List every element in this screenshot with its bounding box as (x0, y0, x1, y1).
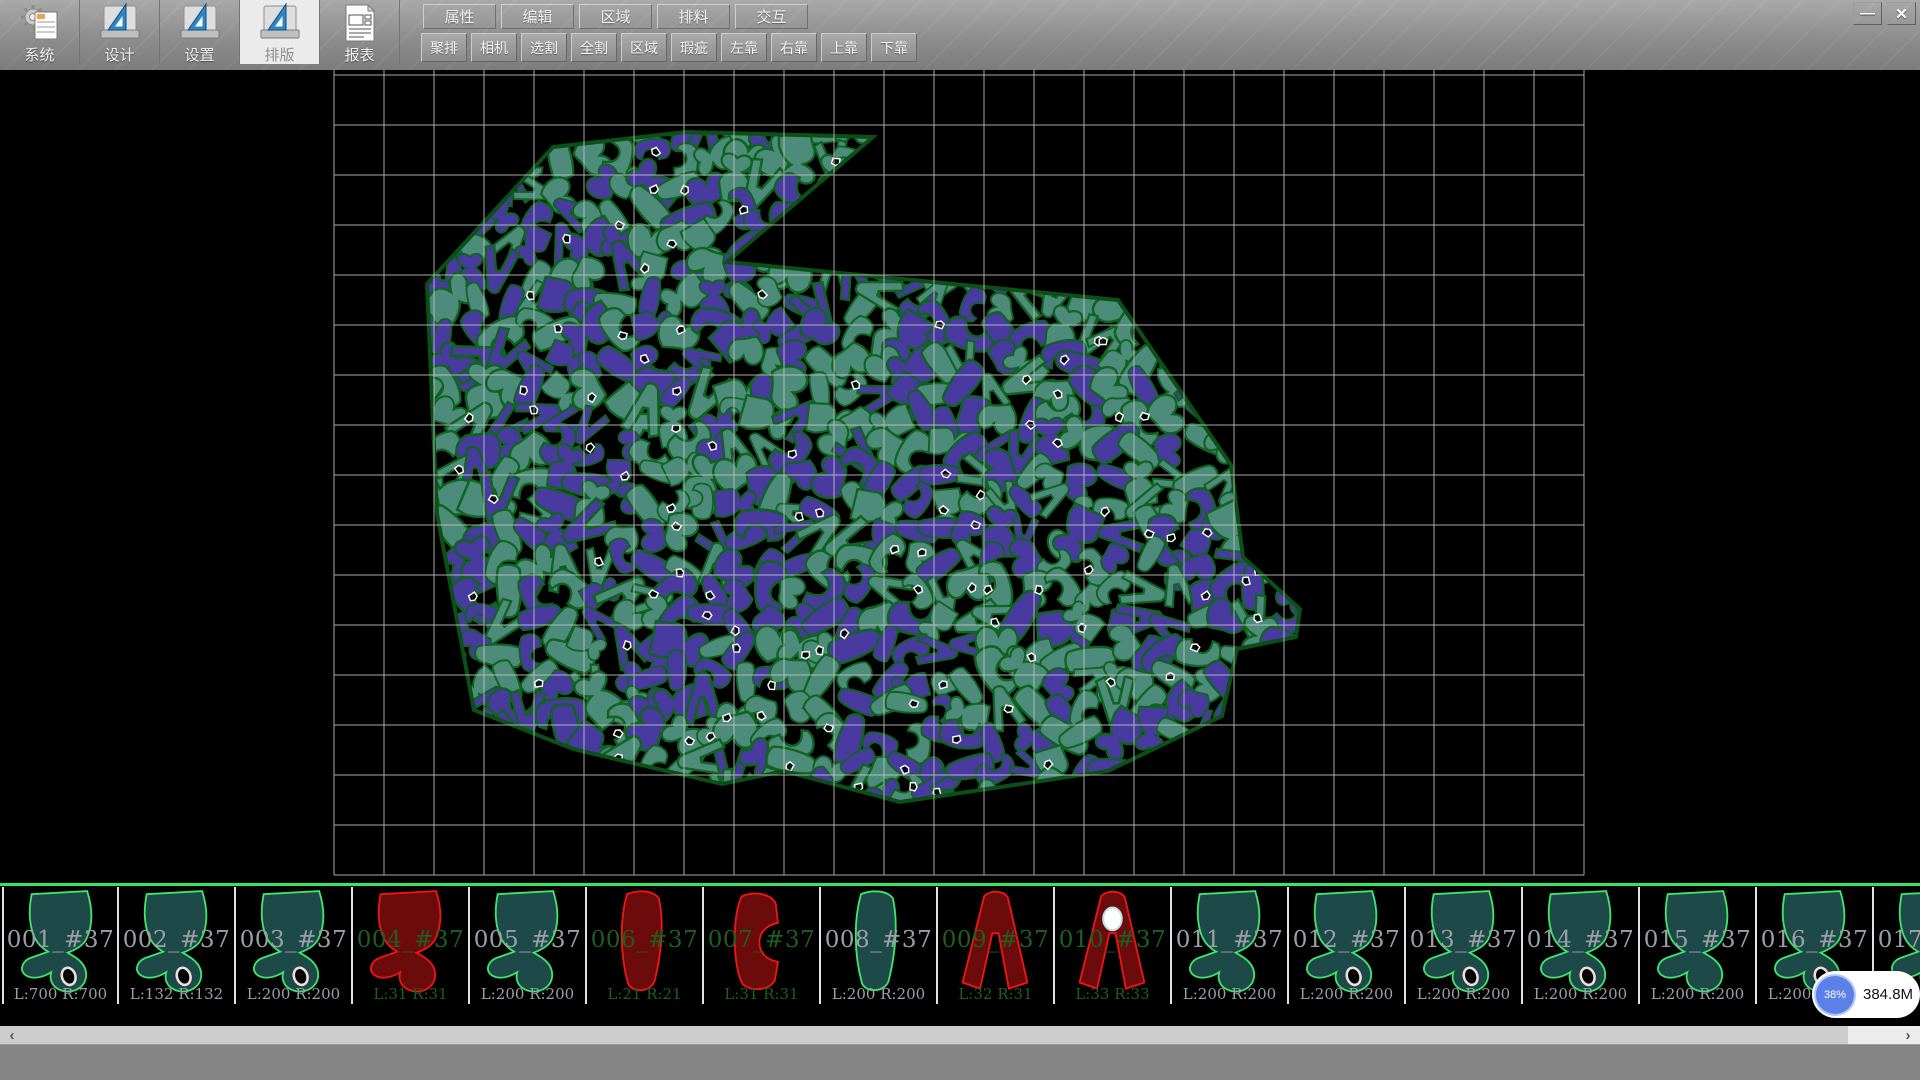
piece-lr-count: L:200 R:200 (1640, 985, 1755, 1003)
piece-id-label: 009_#37 (938, 927, 1053, 953)
piece-id-label: 003_#37 (236, 927, 351, 953)
scroll-right-arrow-icon[interactable]: › (1898, 1026, 1918, 1044)
piece-thumbnail-15[interactable]: 015_#37 L:200 R:200 (1640, 887, 1757, 1004)
hide-nesting-svg (0, 70, 1920, 883)
main-tab-5[interactable]: 报表 (320, 0, 400, 64)
menu-tab-5[interactable]: 交互 (735, 4, 808, 29)
tool-button-1[interactable]: 聚排 (421, 33, 467, 62)
application-window: { "window": { "minimize": "—", "close": … (0, 0, 1920, 1080)
piece-id-label: 017_#37 (1874, 927, 1920, 953)
tool-button-10[interactable]: 下靠 (871, 33, 917, 62)
piece-thumbnail-5[interactable]: 005_#37 L:200 R:200 (470, 887, 587, 1004)
nested-pieces-group (394, 98, 1318, 827)
memory-size-label: 384.8M (1863, 986, 1913, 1003)
menu-tab-1[interactable]: 属性 (423, 4, 496, 29)
report-icon (338, 3, 382, 43)
piece-id-label: 007_#37 (704, 927, 819, 953)
piece-lr-count: L:31 R:31 (353, 985, 468, 1003)
tool-button-7[interactable]: 左靠 (721, 33, 767, 62)
piece-lr-count: L:200 R:200 (1172, 985, 1287, 1003)
piece-thumbnail-7[interactable]: 007_#37 L:31 R:31 (704, 887, 821, 1004)
piece-id-label: 001_#37 (4, 927, 117, 953)
main-tab-label: 排版 (264, 44, 294, 65)
menu-tab-row: 属性编辑区域排料交互 (423, 4, 808, 29)
piece-strip: 001_#37L:700 R:700002_#37L:132 R:132003_… (0, 883, 1920, 1026)
horizontal-scrollbar[interactable]: ‹ › (0, 1026, 1920, 1044)
scroll-left-arrow-icon[interactable]: ‹ (2, 1026, 22, 1044)
piece-lr-count: L:200 R:200 (821, 985, 936, 1003)
piece-id-label: 015_#37 (1640, 927, 1755, 953)
piece-id-label: 002_#37 (119, 927, 234, 953)
piece-thumbnail-3[interactable]: 003_#37 L:200 R:200 (236, 887, 353, 1004)
nesting-canvas[interactable] (0, 70, 1920, 883)
piece-id-label: 016_#37 (1757, 927, 1872, 953)
main-mode-tabs: 系统 设计 设置 排版 报表 (0, 0, 400, 64)
piece-thumbnail-8[interactable]: 008_#37 L:200 R:200 (821, 887, 938, 1004)
piece-thumbnail-4[interactable]: 004_#37 L:31 R:31 (353, 887, 470, 1004)
piece-id-label: 010_#37 (1055, 927, 1170, 953)
menu-tab-3[interactable]: 区域 (579, 4, 652, 29)
ruler-icon (258, 3, 302, 43)
tool-button-5[interactable]: 区域 (621, 33, 667, 62)
piece-thumbnail-11[interactable]: 011_#37 L:200 R:200 (1172, 887, 1289, 1004)
piece-thumbnail-9[interactable]: 009_#37 L:32 R:31 (938, 887, 1055, 1004)
status-bar (0, 1044, 1920, 1080)
main-tab-2[interactable]: 设计 (80, 0, 160, 64)
ruler-icon (178, 3, 222, 43)
piece-thumbnail-10[interactable]: 010_#37 L:33 R:33 (1055, 887, 1172, 1004)
minimize-button[interactable]: — (1853, 2, 1882, 25)
menu-tab-4[interactable]: 排料 (657, 4, 730, 29)
piece-lr-count: L:31 R:31 (704, 985, 819, 1003)
window-controls: — ✕ (1853, 2, 1916, 25)
percent-circle: 38% (1814, 974, 1856, 1016)
piece-id-label: 008_#37 (821, 927, 936, 953)
piece-thumbnail-1[interactable]: 001_#37 L:700 R:700 (2, 887, 119, 1004)
piece-thumbnail-6[interactable]: 006_#37 L:21 R:21 (587, 887, 704, 1004)
piece-thumbnail-2[interactable]: 002_#37 L:132 R:132 (119, 887, 236, 1004)
tool-button-9[interactable]: 上靠 (821, 33, 867, 62)
piece-id-label: 013_#37 (1406, 927, 1521, 953)
tool-button-4[interactable]: 全割 (571, 33, 617, 62)
piece-thumbnail-14[interactable]: 014_#37 L:200 R:200 (1523, 887, 1640, 1004)
tool-button-8[interactable]: 右靠 (771, 33, 817, 62)
piece-lr-count: L:200 R:200 (1289, 985, 1404, 1003)
tool-button-2[interactable]: 相机 (471, 33, 517, 62)
main-tab-4[interactable]: 排版 (240, 0, 320, 64)
main-tab-label: 报表 (344, 44, 374, 65)
strip-accent-line (0, 883, 1920, 886)
menu-tab-2[interactable]: 编辑 (501, 4, 574, 29)
piece-id-label: 005_#37 (470, 927, 585, 953)
system-icon (18, 3, 62, 43)
piece-thumbnail-12[interactable]: 012_#37 L:200 R:200 (1289, 887, 1406, 1004)
piece-id-label: 012_#37 (1289, 927, 1404, 953)
piece-id-label: 006_#37 (587, 927, 702, 953)
piece-lr-count: L:21 R:21 (587, 985, 702, 1003)
main-tab-3[interactable]: 设置 (160, 0, 240, 64)
piece-lr-count: L:200 R:200 (1523, 985, 1638, 1003)
piece-id-label: 004_#37 (353, 927, 468, 953)
piece-id-label: 011_#37 (1172, 927, 1287, 953)
tool-button-3[interactable]: 选割 (521, 33, 567, 62)
toolbar: 系统设计设置排版报表 属性编辑区域排料交互 聚排相机选割全割区域瑕疵左靠右靠上靠… (0, 0, 1920, 70)
piece-lr-count: L:33 R:33 (1055, 985, 1170, 1003)
ruler-icon (98, 3, 142, 43)
piece-strip-row: 001_#37L:700 R:700002_#37L:132 R:132003_… (2, 887, 1920, 1004)
main-tab-1[interactable]: 系统 (0, 0, 80, 64)
tool-button-6[interactable]: 瑕疵 (671, 33, 717, 62)
piece-lr-count: L:200 R:200 (236, 985, 351, 1003)
memory-usage-badge[interactable]: 38% 384.8M (1812, 971, 1920, 1018)
piece-id-label: 014_#37 (1523, 927, 1638, 953)
piece-lr-count: L:132 R:132 (119, 985, 234, 1003)
scrollbar-thumb[interactable] (0, 1026, 1848, 1044)
piece-thumbnail-13[interactable]: 013_#37 L:200 R:200 (1406, 887, 1523, 1004)
piece-lr-count: L:200 R:200 (1406, 985, 1521, 1003)
main-tab-label: 系统 (24, 44, 54, 65)
main-tab-label: 设置 (184, 44, 214, 65)
piece-lr-count: L:700 R:700 (4, 985, 117, 1003)
tool-button-row: 聚排相机选割全割区域瑕疵左靠右靠上靠下靠 (421, 33, 917, 62)
close-button[interactable]: ✕ (1887, 2, 1916, 25)
main-tab-label: 设计 (104, 44, 134, 65)
piece-lr-count: L:32 R:31 (938, 985, 1053, 1003)
piece-lr-count: L:200 R:200 (470, 985, 585, 1003)
